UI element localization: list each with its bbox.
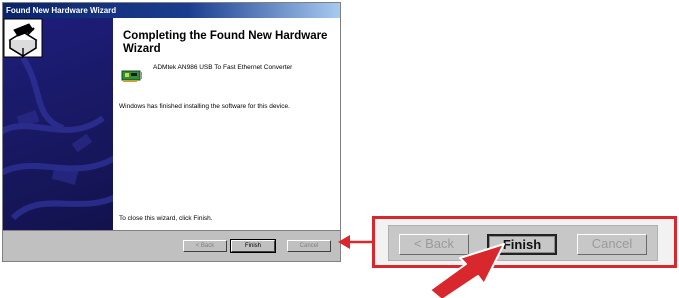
wizard-side-panel (3, 18, 113, 230)
zoomed-button-callout: < Back Finish Cancel (372, 216, 677, 268)
cancel-button[interactable]: Cancel (287, 240, 331, 252)
wizard-content: Completing the Found New Hardware Wizard… (113, 18, 340, 230)
zoomed-cancel-button[interactable]: Cancel (577, 234, 647, 255)
arrow-icon (429, 243, 505, 298)
callout-arrow-icon (338, 235, 374, 249)
wizard-box-icon (3, 18, 43, 58)
window-title: Found New Hardware Wizard (3, 3, 340, 18)
wizard-button-bar: < Back Finish Cancel (3, 230, 340, 261)
finished-message: Windows has finished installing the soft… (119, 103, 290, 110)
device-name: ADMtek AN986 USB To Fast Ethernet Conver… (153, 64, 293, 71)
back-button[interactable]: < Back (183, 240, 227, 252)
close-instruction: To close this wizard, click Finish. (119, 215, 213, 222)
finish-button[interactable]: Finish (230, 239, 276, 253)
network-card-icon (121, 70, 142, 82)
hardware-wizard-window: Found New Hardware Wizard Completing the… (2, 2, 341, 262)
wizard-heading: Completing the Found New Hardware Wizard (123, 30, 328, 55)
